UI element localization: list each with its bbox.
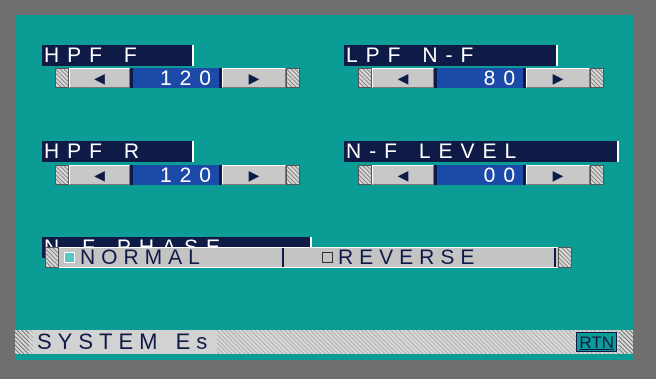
return-button[interactable]: RTN: [576, 332, 617, 352]
lpf-nf-label: LPF N-F: [344, 45, 558, 67]
left-arrow-icon: ◀: [94, 69, 105, 86]
right-arrow-icon: ▶: [248, 69, 260, 86]
hpf-f-control: ◀ 120 ▶: [55, 68, 300, 89]
hpf-f-decrease-button[interactable]: ◀: [69, 68, 130, 88]
hpf-r-value: 120: [130, 165, 222, 186]
hpf-r-cap-right: [286, 165, 300, 185]
hpf-f-label: HPF F: [42, 45, 194, 67]
nf-level-value: 00: [434, 165, 526, 186]
bottom-bar-cap-right: [619, 330, 633, 354]
nf-phase-option-reverse-label: REVERSE: [338, 246, 481, 269]
hpf-f-cap-right: [286, 68, 300, 88]
nf-phase-selector: NORMAL REVERSE: [45, 247, 572, 268]
nf-phase-option-normal-label: NORMAL: [80, 246, 206, 269]
bottom-bar-cap-left: [15, 330, 29, 354]
lpf-nf-cap-right: [590, 68, 604, 88]
hpf-r-control: ◀ 120 ▶: [55, 165, 300, 186]
nf-level-cap-right: [590, 165, 604, 185]
hpf-r-label: HPF R: [42, 141, 194, 163]
hpf-f-cap-left: [55, 68, 69, 88]
nf-level-cap-left: [358, 165, 372, 185]
radio-unselected-icon: [322, 252, 333, 263]
nf-phase-option-reverse[interactable]: REVERSE: [322, 246, 481, 269]
option-divider-end: [554, 248, 556, 267]
settings-screen: HPF F ◀ 120 ▶ LPF N-F ◀ 80 ▶ HPF R ◀ 120…: [15, 15, 633, 360]
right-arrow-icon: ▶: [552, 69, 564, 86]
nf-level-label: N-F LEVEL: [344, 141, 619, 163]
bottom-bar: SYSTEM Es RTN: [15, 330, 633, 354]
option-divider: [282, 248, 284, 267]
right-arrow-icon: ▶: [248, 166, 260, 183]
lpf-nf-cap-left: [358, 68, 372, 88]
hpf-r-cap-left: [55, 165, 69, 185]
lpf-nf-control: ◀ 80 ▶: [358, 68, 604, 89]
lpf-nf-decrease-button[interactable]: ◀: [372, 68, 434, 88]
nf-phase-option-normal[interactable]: NORMAL: [64, 246, 206, 269]
nf-phase-cap-left: [45, 247, 59, 268]
nf-level-increase-button[interactable]: ▶: [526, 165, 590, 185]
hpf-f-increase-button[interactable]: ▶: [222, 68, 286, 88]
system-title: SYSTEM Es: [33, 330, 218, 354]
nf-phase-cap-right: [558, 247, 572, 268]
nf-level-control: ◀ 00 ▶: [358, 165, 604, 186]
nf-level-decrease-button[interactable]: ◀: [372, 165, 434, 185]
left-arrow-icon: ◀: [397, 166, 409, 183]
left-arrow-icon: ◀: [397, 69, 409, 86]
right-arrow-icon: ▶: [552, 166, 564, 183]
hpf-f-value: 120: [130, 68, 222, 89]
hpf-r-decrease-button[interactable]: ◀: [69, 165, 130, 185]
radio-selected-icon: [64, 252, 75, 263]
hpf-r-increase-button[interactable]: ▶: [222, 165, 286, 185]
left-arrow-icon: ◀: [94, 166, 105, 183]
lpf-nf-value: 80: [434, 68, 526, 89]
lpf-nf-increase-button[interactable]: ▶: [526, 68, 590, 88]
